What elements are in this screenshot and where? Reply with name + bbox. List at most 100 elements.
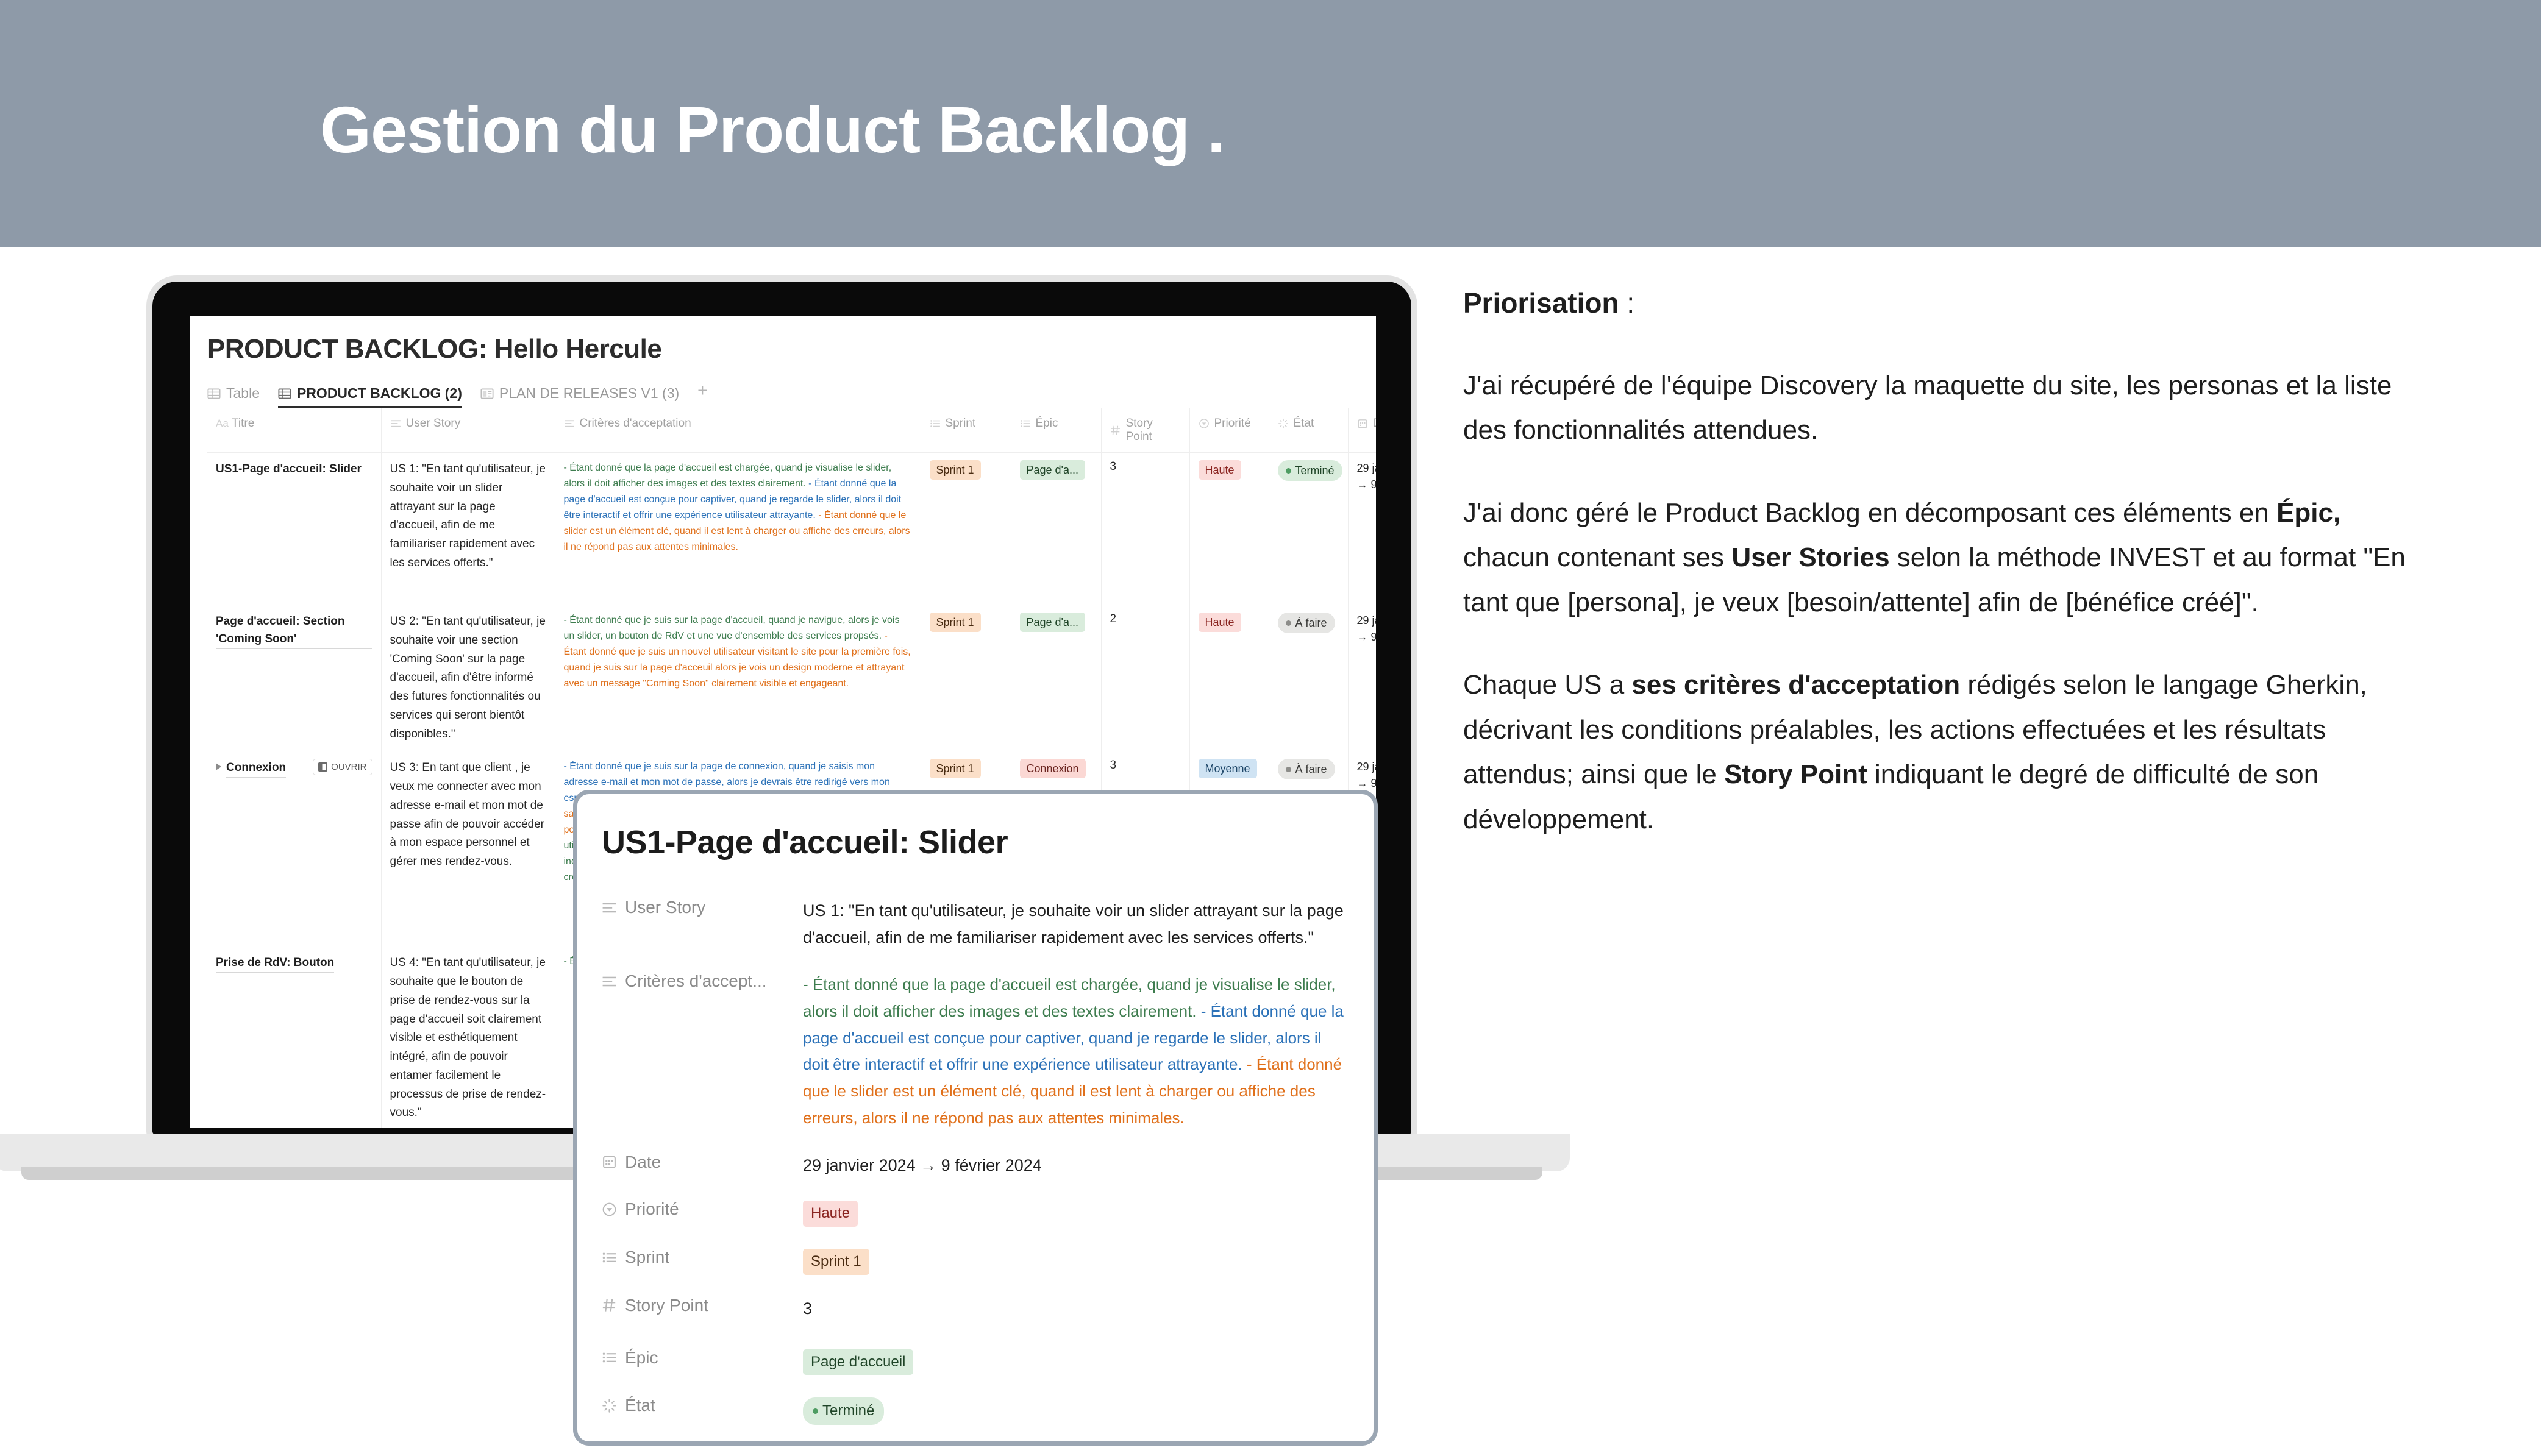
- cell-titre[interactable]: US1-Page d'accueil: Slider: [207, 452, 382, 605]
- property-value: Haute: [803, 1199, 1349, 1227]
- view-tab-label: PLAN DE RELEASES V1 (3): [499, 385, 680, 401]
- property-priorite[interactable]: Priorité Haute: [602, 1199, 1349, 1227]
- cell-user-story[interactable]: US 3: En tant que client , je veux me co…: [381, 751, 555, 947]
- view-tab-0[interactable]: Table: [207, 385, 260, 408]
- column-header-label: Titre: [232, 417, 255, 430]
- cell-user-story[interactable]: US 4: "En tant qu'utilisateur, je souhai…: [381, 946, 555, 1128]
- cell-epic[interactable]: Page d'a...: [1011, 605, 1102, 752]
- property-date[interactable]: Date 29 janvier 2024 → 9 février 2024: [602, 1152, 1349, 1179]
- property-name: Story Point: [625, 1295, 708, 1315]
- row-title: US1-Page d'accueil: Slider: [216, 460, 362, 479]
- property-value: 29 janvier 2024 → 9 février 2024: [803, 1156, 1042, 1174]
- detail-title: US1-Page d'accueil: Slider: [602, 824, 1008, 861]
- property-label: Story Point: [602, 1296, 803, 1315]
- open-record-button[interactable]: OUVRIR: [313, 759, 372, 776]
- cell-story-point[interactable]: 2: [1101, 605, 1190, 752]
- column-header-6[interactable]: Priorité: [1189, 408, 1269, 453]
- property-epic[interactable]: Épic Page d'accueil: [602, 1348, 1349, 1376]
- cell-priorite[interactable]: Haute: [1189, 605, 1269, 752]
- status-icon: [1278, 418, 1288, 429]
- status-label: Terminé: [1295, 464, 1335, 477]
- column-header-label: État: [1293, 417, 1314, 430]
- date-end: → 9 février 2024: [1356, 631, 1377, 643]
- column-header-0[interactable]: Aa Titre: [207, 408, 382, 453]
- column-header-3[interactable]: Sprint: [921, 408, 1011, 453]
- p2-seg-a: J'ai donc géré le Product Backlog en déc…: [1463, 497, 2277, 528]
- cell-user-story[interactable]: US 1: "En tant qu'utilisateur, je souhai…: [381, 452, 555, 605]
- p2-seg-user-stories: User Stories: [1731, 542, 1890, 573]
- property-user-story[interactable]: User Story US 1: "En tant qu'utilisateur…: [602, 898, 1349, 951]
- view-tab-label: Table: [226, 385, 260, 401]
- view-tab-1[interactable]: PRODUCT BACKLOG (2): [277, 385, 462, 408]
- record-detail-panel[interactable]: US1-Page d'accueil: Slider User Story US…: [573, 790, 1378, 1446]
- cell-story-point[interactable]: 3: [1101, 452, 1190, 605]
- right-heading-bold: Priorisation: [1463, 287, 1619, 319]
- column-header-2[interactable]: Critères d'acceptation: [555, 408, 921, 453]
- table-header-row: Aa Titre User Story Critères d'acceptation S…: [207, 408, 1376, 453]
- property-etat[interactable]: État Terminé: [602, 1396, 1349, 1426]
- sprint-badge: Sprint 1: [803, 1249, 869, 1275]
- table-row[interactable]: Page d'accueil: Section 'Coming Soon' US …: [207, 605, 1377, 752]
- property-name: Épic: [625, 1348, 658, 1367]
- view-tab-2[interactable]: PLAN DE RELEASES V1 (3): [480, 385, 679, 408]
- column-header-label: Sprint: [945, 417, 976, 430]
- status-dot-icon: [1285, 467, 1291, 474]
- property-story-point[interactable]: Story Point 3: [602, 1296, 1349, 1323]
- priority-icon: [1199, 419, 1209, 428]
- cell-epic[interactable]: Page d'a...: [1011, 452, 1102, 605]
- sprint-badge: Sprint 1: [929, 613, 981, 633]
- status-label: À faire: [1295, 763, 1327, 776]
- column-header-7[interactable]: État: [1269, 408, 1349, 453]
- priority-badge: Moyenne: [1198, 759, 1257, 779]
- board-icon: [480, 388, 494, 399]
- calendar-icon: [1358, 419, 1367, 428]
- property-name: Priorité: [625, 1199, 679, 1219]
- select-icon: [602, 1352, 616, 1363]
- table-row[interactable]: US1-Page d'accueil: Slider US 1: "En tant…: [207, 452, 1377, 605]
- p3-seg-story-point: Story Point: [1724, 759, 1867, 790]
- aa-icon: Aa: [216, 417, 229, 429]
- sprint-badge: Sprint 1: [929, 460, 981, 480]
- cell-etat[interactable]: Terminé: [1269, 452, 1349, 605]
- text-icon: [602, 976, 616, 987]
- cell-titre[interactable]: Prise de RdV: Bouton: [207, 946, 382, 1128]
- column-header-4[interactable]: Épic: [1011, 408, 1102, 453]
- right-paragraph-2: J'ai donc géré le Product Backlog en déc…: [1463, 491, 2414, 625]
- cell-sprint[interactable]: Sprint 1: [921, 605, 1011, 752]
- cell-criteres[interactable]: - Étant donné que je suis sur la page d'…: [555, 605, 921, 752]
- property-label: User Story: [602, 898, 803, 917]
- property-sprint[interactable]: Sprint Sprint 1: [602, 1248, 1349, 1275]
- row-title: Connexion: [226, 759, 287, 778]
- property-criteres[interactable]: Critères d'accept... - Étant donné que l…: [602, 971, 1349, 1131]
- view-tab-label: PRODUCT BACKLOG (2): [296, 385, 462, 401]
- text-icon: [602, 903, 616, 912]
- column-header-8[interactable]: Date: [1348, 408, 1376, 453]
- cell-sprint[interactable]: Sprint 1: [921, 452, 1011, 605]
- column-header-1[interactable]: User Story: [381, 408, 555, 453]
- cell-date[interactable]: 29 janvier 2024 → 9 février 2024: [1348, 452, 1377, 605]
- status-label: À faire: [1295, 617, 1327, 629]
- column-header-5[interactable]: Story Point: [1101, 408, 1190, 453]
- priority-badge: Haute: [1198, 460, 1241, 480]
- view-tab-bar: Table PRODUCT BACKLOG (2) PLAN DE RELEASES…: [207, 381, 1359, 408]
- priority-icon: [602, 1202, 616, 1216]
- cell-etat[interactable]: À faire: [1269, 605, 1349, 752]
- notion-page-title: PRODUCT BACKLOG: Hello Hercule: [207, 334, 662, 364]
- add-view-button[interactable]: +: [697, 381, 707, 408]
- cell-titre[interactable]: Connexion OUVRIR: [207, 751, 382, 947]
- right-text-column: Priorisation : J'ai récupéré de l'équipe…: [1463, 286, 2414, 879]
- date-start: 29 janvier 2024: [1356, 462, 1377, 474]
- number-icon: [602, 1299, 616, 1312]
- property-label: Sprint: [602, 1248, 803, 1267]
- property-label: Date: [602, 1152, 803, 1172]
- table-icon: [278, 388, 291, 399]
- expand-toggle-icon[interactable]: [216, 763, 221, 771]
- cell-priorite[interactable]: Haute: [1189, 452, 1269, 605]
- cell-titre[interactable]: Page d'accueil: Section 'Coming Soon': [207, 605, 382, 752]
- property-name: État: [625, 1396, 655, 1415]
- cell-date[interactable]: 29 janvier 2024 → 9 février 2024: [1348, 605, 1377, 752]
- cell-criteres[interactable]: - Étant donné que la page d'accueil est …: [555, 452, 921, 605]
- cell-user-story[interactable]: US 2: "En tant qu'utilisateur, je souhai…: [381, 605, 555, 752]
- open-record-label: OUVRIR: [331, 762, 367, 773]
- property-name: Sprint: [625, 1248, 670, 1267]
